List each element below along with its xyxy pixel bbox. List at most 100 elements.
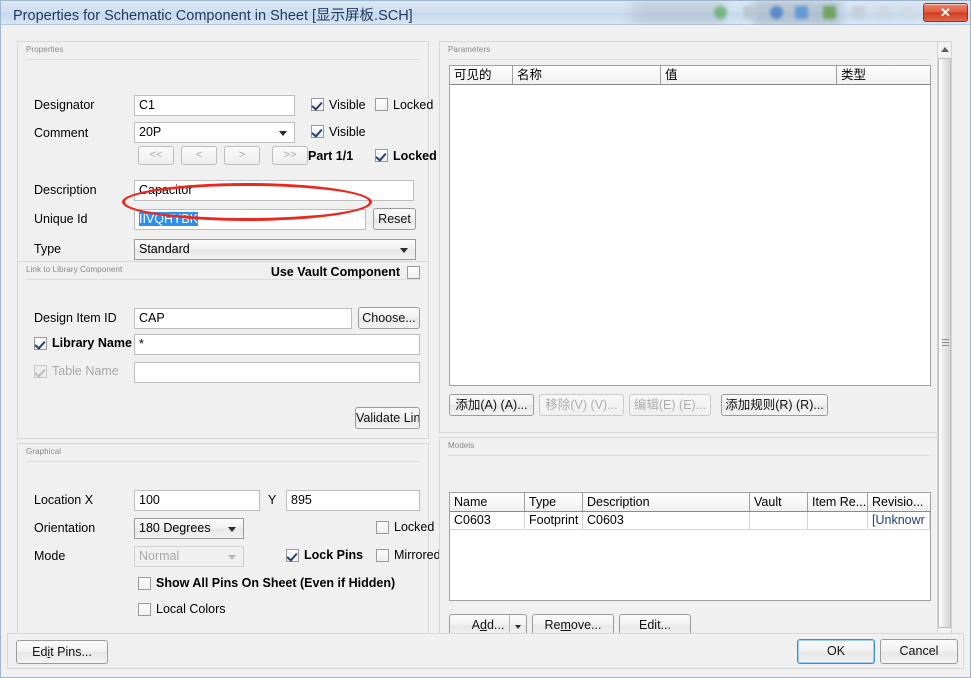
add-parameter-button[interactable]: 添加(A) (A)... [449, 394, 534, 416]
cell-name[interactable]: C0603 [450, 512, 525, 530]
parameters-table[interactable]: 可见的 名称 值 类型 [449, 65, 931, 386]
divider [26, 461, 420, 462]
edit-pins-button[interactable]: Edit Pins... [16, 640, 108, 664]
scrollbar-thumb[interactable] [938, 58, 951, 628]
models-table[interactable]: Name Type Description Vault Item Re... R… [449, 492, 931, 601]
background-icon-7 [877, 6, 890, 19]
part-locked-checkbox[interactable] [375, 149, 388, 162]
location-label: Location X [34, 493, 94, 507]
window-title: Properties for Schematic Component in Sh… [13, 8, 413, 24]
dialog-content: Properties Designator C1 Visible Locked … [1, 25, 970, 677]
column-header-name[interactable]: 名称 [513, 66, 661, 84]
location-y-label: Y [268, 493, 277, 507]
dialog-window: Properties for Schematic Component in Sh… [0, 0, 971, 678]
orientation-combo[interactable]: 180 Degrees [134, 518, 244, 539]
unique-id-input[interactable]: IIVQHYBK [134, 209, 366, 230]
models-table-header: Name Type Description Vault Item Re... R… [450, 493, 930, 512]
right-panel-scrollbar[interactable] [937, 41, 952, 645]
type-combo[interactable]: Standard [134, 239, 416, 260]
next-part-button[interactable]: > [224, 146, 260, 165]
cell-description[interactable]: C0603 [583, 512, 750, 530]
last-part-button[interactable]: >> [272, 146, 308, 165]
table-name-input[interactable] [134, 362, 420, 383]
chevron-down-icon [279, 131, 287, 136]
location-y-input[interactable]: 895 [286, 490, 420, 511]
lock-pins-checkbox[interactable] [286, 549, 299, 562]
parameters-group: Parameters 可见的 名称 值 类型 添加(A) (A)... 移除(V… [439, 41, 939, 433]
comment-visible-checkbox[interactable] [311, 125, 324, 138]
prev-part-button[interactable]: < [181, 146, 217, 165]
chevron-down-icon[interactable] [509, 615, 526, 635]
designator-label: Designator [34, 98, 95, 112]
column-header-name[interactable]: Name [450, 493, 525, 511]
background-icon-3 [770, 6, 783, 19]
comment-combo[interactable]: 20P [134, 122, 295, 143]
column-header-type[interactable]: 类型 [837, 66, 930, 84]
library-name-checkbox[interactable] [34, 337, 47, 350]
lock-pins-label: Lock Pins [304, 548, 364, 562]
location-x-input[interactable]: 100 [134, 490, 260, 511]
cell-vault[interactable] [750, 512, 808, 530]
designator-input[interactable]: C1 [134, 95, 295, 116]
scroll-up-icon[interactable] [938, 42, 951, 57]
choose-design-item-button[interactable]: Choose... [358, 307, 420, 329]
orientation-label: Orientation [34, 521, 96, 535]
column-header-visible[interactable]: 可见的 [450, 66, 513, 84]
table-row[interactable]: C0603 Footprint C0603 [Unknowr [450, 512, 930, 530]
use-vault-component-checkbox[interactable] [407, 266, 420, 279]
graphical-locked-checkbox[interactable] [376, 521, 389, 534]
column-header-item-revision[interactable]: Item Re... [808, 493, 868, 511]
graphical-locked-label: Locked [394, 520, 435, 534]
comment-combo-value: 20P [139, 125, 162, 139]
use-vault-component-label: Use Vault Component [270, 265, 400, 279]
parameters-group-title: Parameters [448, 45, 491, 54]
add-rule-button[interactable]: 添加规则(R) (R)... [721, 394, 828, 416]
column-header-type[interactable]: Type [525, 493, 583, 511]
background-icon-6 [852, 6, 865, 19]
divider [26, 279, 420, 280]
link-library-group-title: Link to Library Component [26, 265, 123, 274]
cell-revision[interactable]: [Unknowr [868, 512, 930, 530]
comment-visible-label: Visible [329, 125, 366, 139]
designator-locked-checkbox[interactable] [375, 98, 388, 111]
edit-parameter-button: 编辑(E) (E)... [629, 394, 711, 416]
table-name-checkbox [34, 365, 47, 378]
cancel-button[interactable]: Cancel [880, 639, 958, 664]
designator-visible-checkbox[interactable] [311, 98, 324, 111]
unique-id-label: Unique Id [34, 212, 88, 226]
local-colors-checkbox[interactable] [138, 603, 151, 616]
mode-label: Mode [34, 549, 66, 563]
divider [26, 59, 420, 60]
local-colors-label: Local Colors [156, 602, 226, 616]
chevron-down-icon [228, 555, 236, 560]
divider [448, 59, 930, 60]
background-icon-2 [743, 6, 756, 19]
designator-visible-label: Visible [329, 98, 366, 112]
models-group-title: Models [448, 441, 475, 450]
mirrored-label: Mirrored [394, 548, 441, 562]
mode-combo: Normal [134, 546, 244, 567]
library-name-input[interactable]: * [134, 334, 420, 355]
remove-parameter-button: 移除(V) (V)... [539, 394, 624, 416]
description-input[interactable]: Capacitor [134, 180, 414, 201]
comment-label: Comment [34, 126, 89, 140]
ok-button[interactable]: OK [797, 639, 875, 664]
cell-item-revision[interactable] [808, 512, 868, 530]
graphical-group: Graphical Location X 100 Y 895 Orientati… [17, 443, 441, 645]
first-part-button[interactable]: << [138, 146, 174, 165]
graphical-group-title: Graphical [26, 447, 62, 456]
column-header-revision[interactable]: Revisio... [868, 493, 930, 511]
design-item-id-input[interactable]: CAP [134, 308, 352, 329]
mirrored-checkbox[interactable] [376, 549, 389, 562]
cell-type[interactable]: Footprint [525, 512, 583, 530]
designator-locked-label: Locked [393, 98, 434, 112]
column-header-description[interactable]: Description [583, 493, 750, 511]
close-icon[interactable]: ✕ [923, 3, 968, 22]
column-header-vault[interactable]: Vault [750, 493, 808, 511]
part-count-label: Part 1/1 [308, 149, 354, 163]
validate-link-button[interactable]: Validate Link [355, 407, 420, 429]
table-name-label: Table Name [52, 364, 119, 378]
reset-unique-id-button[interactable]: Reset [373, 208, 416, 230]
column-header-value[interactable]: 值 [661, 66, 837, 84]
show-all-pins-checkbox[interactable] [138, 577, 151, 590]
